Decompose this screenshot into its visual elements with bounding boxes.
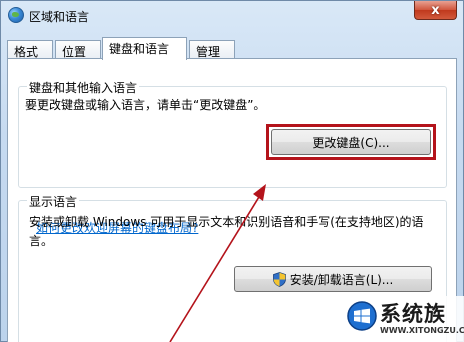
display-language-group-title: 显示语言 [27,193,80,210]
globe-icon [8,7,24,23]
title-bar[interactable]: 区域和语言 x [1,1,463,29]
window-title: 区域和语言 [29,10,90,24]
watermark-url: WWW.XITONGZU.COM [380,326,464,335]
tab-formats[interactable]: 格式 [7,40,53,59]
close-button[interactable]: x [414,1,457,20]
install-button-label: 安装/卸载语言(L)... [289,272,394,287]
change-keyboards-button[interactable]: 更改键盘(C)... [271,129,431,155]
tab-location[interactable]: 位置 [55,40,101,59]
watermark-title: 系统族 [380,302,446,326]
uac-shield-icon [272,271,286,287]
tab-administrative[interactable]: 管理 [189,40,235,59]
keyboard-description: 要更改键盘或输入语言，请单击“更改键盘”。 [25,98,266,112]
site-watermark: 系统族 WWW.XITONGZU.COM [344,296,464,342]
install-uninstall-languages-button[interactable]: 安装/卸载语言(L)... [234,266,432,292]
keyboard-group-title: 键盘和其他输入语言 [27,79,140,96]
display-language-description: 安装或卸载 Windows 可用于显示文本和识别语音和手写(在支持地区)的语言。 [29,215,424,248]
tab-bar: 格式 位置 键盘和语言 管理 [7,37,457,60]
tab-keyboards-languages[interactable]: 键盘和语言 [102,37,187,60]
dialog-window: 区域和语言 x 格式 位置 键盘和语言 管理 键盘和其他输入语言 要更改键盘或输… [0,0,464,342]
windows-logo-icon [347,301,377,331]
